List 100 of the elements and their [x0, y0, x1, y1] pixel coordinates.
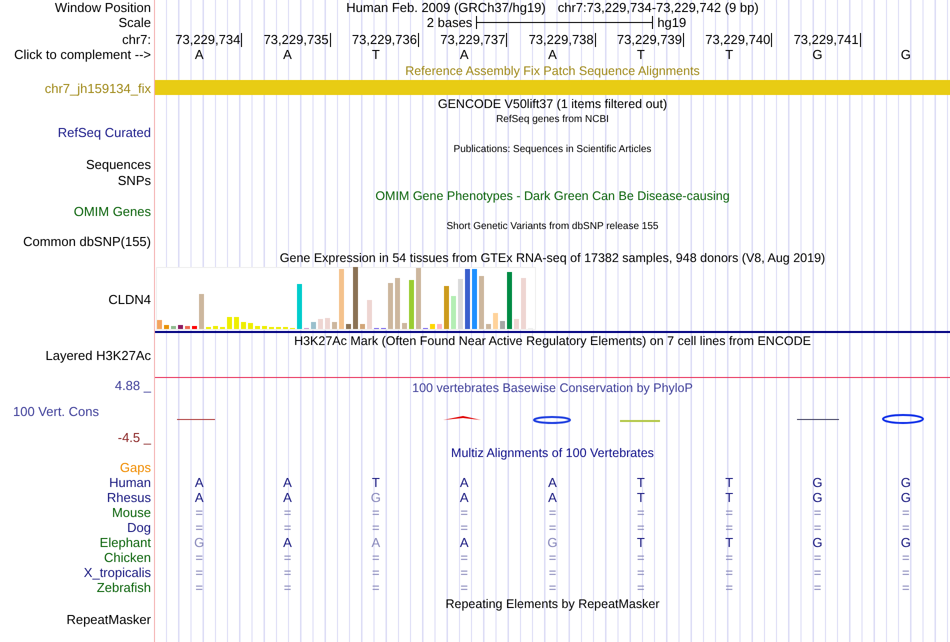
- expression-bar[interactable]: [297, 284, 302, 329]
- alignment-base: =: [372, 580, 380, 595]
- base-letter[interactable]: G: [900, 47, 911, 62]
- expression-bar[interactable]: [451, 296, 456, 329]
- species-label[interactable]: Zebrafish: [0, 580, 151, 595]
- expression-bar[interactable]: [465, 269, 470, 329]
- expression-bar[interactable]: [192, 326, 197, 329]
- expression-bar[interactable]: [227, 317, 232, 329]
- track-title: GENCODE V50lift37 (1 items filtered out): [438, 97, 668, 111]
- expression-bar[interactable]: [367, 300, 372, 329]
- expression-bar[interactable]: [262, 326, 267, 329]
- expression-bar[interactable]: [458, 279, 463, 329]
- base-letter[interactable]: T: [725, 47, 734, 62]
- assembly-text: Human Feb. 2009 (GRCh37/hg19): [346, 0, 546, 15]
- position-number: 73,229,734: [175, 32, 242, 47]
- alignment-base: =: [460, 520, 468, 535]
- expression-bar[interactable]: [346, 324, 351, 329]
- species-label[interactable]: Elephant: [0, 535, 151, 550]
- expression-bar[interactable]: [157, 320, 162, 329]
- expression-bar[interactable]: [493, 313, 498, 329]
- species-label[interactable]: Rhesus: [0, 490, 151, 505]
- alignment-base: =: [814, 520, 822, 535]
- row-label: Scale: [117, 15, 151, 30]
- alignment-base: =: [284, 520, 292, 535]
- expression-bar[interactable]: [325, 318, 330, 329]
- expression-bar[interactable]: [444, 286, 449, 329]
- alignment-base: A: [548, 490, 557, 505]
- expression-bar[interactable]: [241, 322, 246, 329]
- alignment-base: G: [900, 535, 911, 550]
- expression-bar[interactable]: [430, 324, 435, 329]
- expression-bar[interactable]: [402, 323, 407, 329]
- alignment-base: =: [372, 565, 380, 580]
- expression-bar[interactable]: [521, 278, 526, 329]
- track-label[interactable]: SNPs: [0, 172, 151, 188]
- complement-link[interactable]: Click to complement -->: [0, 47, 151, 62]
- expression-bar[interactable]: [213, 326, 218, 329]
- expression-bar[interactable]: [486, 324, 491, 329]
- species-label[interactable]: X_tropicalis: [0, 565, 151, 580]
- track-label[interactable]: RepeatMasker: [0, 612, 151, 628]
- track-label[interactable]: RefSeq Curated: [0, 125, 151, 140]
- track-label[interactable]: Common dbSNP(155): [0, 234, 151, 250]
- expression-bar[interactable]: [164, 325, 169, 329]
- base-letter[interactable]: A: [460, 47, 468, 62]
- alignment-base: =: [195, 580, 203, 595]
- expression-bar[interactable]: [248, 323, 253, 329]
- axis-max-label: 4.88 _: [114, 378, 151, 393]
- species-label[interactable]: Mouse: [0, 505, 151, 520]
- base-letter[interactable]: T: [372, 47, 380, 62]
- alignment-base: =: [460, 505, 468, 520]
- base-letter[interactable]: A: [194, 47, 204, 62]
- expression-bar[interactable]: [199, 294, 204, 329]
- expression-bar[interactable]: [514, 319, 519, 329]
- expression-bar[interactable]: [388, 283, 393, 329]
- track-title: 100 vertebrates Basewise Conservation by PhyloP: [412, 381, 693, 395]
- species-label[interactable]: Chicken: [0, 550, 151, 565]
- expression-bar[interactable]: [360, 324, 365, 329]
- track-label[interactable]: 100 Vert. Cons: [0, 404, 151, 420]
- alignment-base: T: [636, 535, 645, 550]
- alignment-base: G: [547, 535, 558, 550]
- expression-bar[interactable]: [472, 269, 477, 329]
- expression-bar[interactable]: [185, 326, 190, 329]
- base-letter[interactable]: A: [283, 47, 292, 62]
- track-label[interactable]: Layered H3K27Ac: [0, 348, 151, 364]
- tick-mark: [860, 32, 861, 46]
- track-title: Publications: Sequences in Scientific Articles: [454, 144, 652, 155]
- expression-bar[interactable]: [353, 267, 358, 329]
- base-letter[interactable]: A: [548, 47, 557, 62]
- expression-bar[interactable]: [234, 317, 239, 329]
- alignment-bar[interactable]: [155, 80, 950, 95]
- track-label[interactable]: OMIM Genes: [0, 204, 151, 219]
- expression-bar[interactable]: [332, 322, 337, 329]
- expression-bar[interactable]: [171, 326, 176, 329]
- species-label[interactable]: Dog: [0, 520, 151, 535]
- tick-mark: [241, 32, 242, 46]
- tick-mark: [771, 32, 772, 46]
- expression-bar[interactable]: [500, 321, 505, 329]
- expression-bar[interactable]: [339, 269, 344, 329]
- alignment-base: A: [371, 535, 380, 550]
- track-label[interactable]: Sequences: [0, 157, 151, 172]
- expression-bar[interactable]: [395, 278, 400, 329]
- expression-bar[interactable]: [507, 272, 512, 329]
- alignment-base: =: [460, 580, 468, 595]
- track-title: OMIM Gene Phenotypes - Dark Green Can Be Disease-causing: [375, 189, 730, 203]
- alignment-base: A: [548, 475, 557, 490]
- expression-bar[interactable]: [255, 326, 260, 329]
- expression-bar[interactable]: [318, 319, 323, 329]
- alignment-base: T: [372, 475, 380, 490]
- expression-bar[interactable]: [416, 268, 421, 329]
- base-letter[interactable]: T: [636, 47, 645, 62]
- expression-bar[interactable]: [178, 325, 183, 329]
- alignment-base: =: [372, 520, 380, 535]
- alignment-base: T: [636, 490, 645, 505]
- track-label[interactable]: CLDN4: [0, 292, 151, 308]
- expression-bar[interactable]: [437, 324, 442, 329]
- alignment-base: =: [284, 505, 292, 520]
- expression-bar[interactable]: [479, 276, 484, 329]
- expression-bar[interactable]: [409, 280, 414, 329]
- expression-bar[interactable]: [311, 322, 316, 329]
- species-label[interactable]: Human: [0, 475, 151, 490]
- base-letter[interactable]: G: [812, 47, 823, 62]
